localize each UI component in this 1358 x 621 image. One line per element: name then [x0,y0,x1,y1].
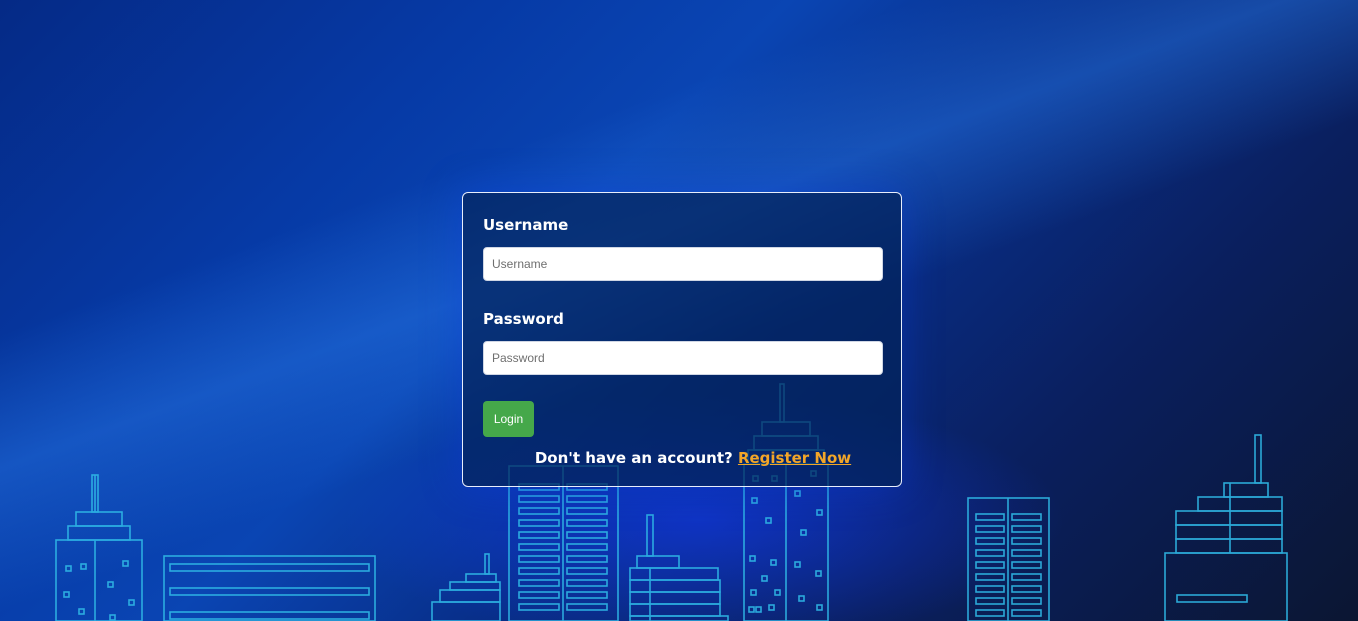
login-card: Username Password Login Don't have an ac… [462,192,902,487]
building-1 [55,474,143,621]
password-label: Password [483,310,564,328]
building-8 [1164,434,1288,621]
login-button[interactable]: Login [483,401,534,437]
building-5 [629,514,729,621]
username-input[interactable] [483,247,883,281]
register-row: Don't have an account? Register Now [463,449,903,467]
register-prompt: Don't have an account? [534,449,733,467]
building-7 [967,497,1050,621]
password-input[interactable] [483,341,883,375]
register-now-link[interactable]: Register Now [738,449,851,467]
building-2 [163,555,376,621]
username-label: Username [483,216,569,234]
building-4 [508,465,619,621]
building-3 [431,553,501,621]
